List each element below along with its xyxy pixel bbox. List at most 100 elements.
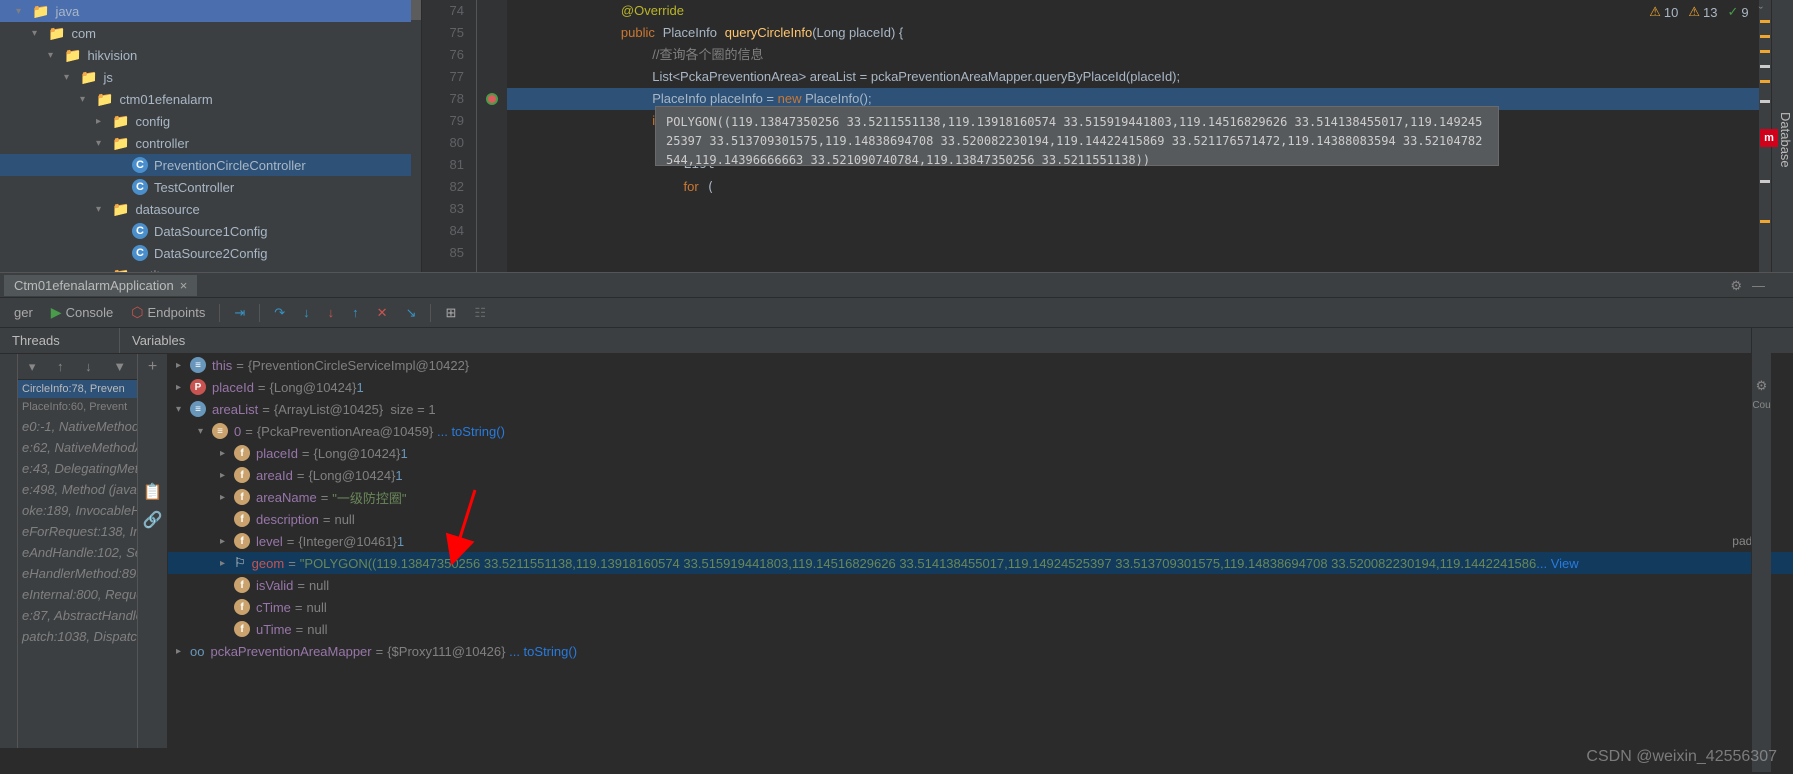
- show-exec-point[interactable]: ⇥: [226, 301, 253, 325]
- endpoints-tab[interactable]: ⬡Endpoints: [123, 300, 213, 325]
- class-icon: C: [132, 157, 148, 173]
- field-icon: f: [234, 621, 250, 637]
- breakpoint-icon[interactable]: [486, 93, 498, 105]
- var-areaId[interactable]: ▸fareaId={Long@10424} 1: [168, 464, 1793, 486]
- frame-item[interactable]: PlaceInfo:60, Prevent: [18, 398, 137, 416]
- breakpoint-gutter[interactable]: [477, 0, 507, 272]
- flag-icon: ⚐: [234, 555, 246, 571]
- field-icon: f: [234, 533, 250, 549]
- frame-item[interactable]: eForRequest:138, Inv: [18, 521, 137, 542]
- run-tab-app[interactable]: Ctm01efenalarmApplication ×: [4, 275, 197, 296]
- inspection-badges[interactable]: ⚠10 ⚠13 ✓9 ˇ: [1649, 4, 1763, 20]
- var-mapper[interactable]: ▸oopckaPreventionAreaMapper={$Proxy111@1…: [168, 640, 1793, 662]
- check-icon: ✓: [1728, 4, 1739, 20]
- threads-column[interactable]: [0, 354, 18, 748]
- tree-datasource[interactable]: ▾📁datasource: [0, 198, 421, 220]
- debugger-tab[interactable]: ger: [6, 301, 41, 324]
- minimize-icon[interactable]: —: [1752, 278, 1765, 294]
- link-icon[interactable]: 🔗: [143, 510, 163, 530]
- var-areaName[interactable]: ▸fareaName="一级防控圈": [168, 486, 1793, 508]
- filter-icon[interactable]: ▼: [113, 359, 126, 374]
- drop-frame[interactable]: ✕: [369, 301, 396, 325]
- frame-item[interactable]: eInternal:800, Reque: [18, 584, 137, 605]
- frame-item[interactable]: patch:1038, Dispatch: [18, 626, 137, 647]
- tree-hikvision[interactable]: ▾📁hikvision: [0, 44, 421, 66]
- down-icon[interactable]: ↓: [85, 359, 92, 374]
- force-step-into[interactable]: ↓: [320, 301, 343, 324]
- frame-item[interactable]: e:62, NativeMethodA: [18, 437, 137, 458]
- frame-item[interactable]: e0:-1, NativeMethod: [18, 416, 137, 437]
- step-into[interactable]: ↓: [295, 301, 318, 324]
- debug-toolbar[interactable]: ger ▶Console ⬡Endpoints ⇥ ↷ ↓ ↓ ↑ ✕ ↘ ⊞ …: [0, 298, 1793, 328]
- tree-prevention-controller[interactable]: CPreventionCircleController: [0, 154, 421, 176]
- tree-test-controller[interactable]: CTestController: [0, 176, 421, 198]
- frames-column[interactable]: ▾ ↑ ↓ ▼ CircleInfo:78, Preven PlaceInfo:…: [18, 354, 138, 748]
- endpoints-icon: ⬡: [131, 304, 143, 321]
- tree-java[interactable]: ▾📁java: [0, 0, 421, 22]
- tree-com[interactable]: ▾📁com: [0, 22, 421, 44]
- var-item0[interactable]: ▾≡0={PckaPreventionArea@10459} ... toStr…: [168, 420, 1793, 442]
- step-out[interactable]: ↑: [344, 301, 367, 324]
- frame-item[interactable]: e:87, AbstractHandle: [18, 605, 137, 626]
- tree-controller[interactable]: ▾📁controller: [0, 132, 421, 154]
- var-this[interactable]: ▸≡this={PreventionCircleServiceImpl@1042…: [168, 354, 1793, 376]
- field-icon: f: [234, 489, 250, 505]
- tree-js[interactable]: ▾📁js: [0, 66, 421, 88]
- field-icon: f: [234, 467, 250, 483]
- field-icon: f: [234, 511, 250, 527]
- evaluate[interactable]: ⊞: [437, 301, 464, 325]
- tree-config[interactable]: ▸📁config: [0, 110, 421, 132]
- vars-toolbar[interactable]: + 📋 🔗: [138, 354, 168, 748]
- var-placeId2[interactable]: ▸fplaceId={Long@10424} 1: [168, 442, 1793, 464]
- tree-ds1[interactable]: CDataSource1Config: [0, 220, 421, 242]
- dropdown-icon[interactable]: ▾: [29, 359, 36, 375]
- maven-icon[interactable]: m: [1760, 129, 1778, 147]
- var-description[interactable]: fdescription=null: [168, 508, 1793, 530]
- var-geom[interactable]: ▸⚐geom="POLYGON((119.13847350256 33.5211…: [168, 552, 1793, 574]
- run-tabs[interactable]: Ctm01efenalarmApplication × ⚙ —: [0, 272, 1793, 298]
- settings-icon[interactable]: ⚙: [1730, 278, 1742, 294]
- tree-entity[interactable]: ▸📁entity: [0, 264, 421, 272]
- field-icon: f: [234, 577, 250, 593]
- warning-icon: ⚠: [1688, 4, 1700, 20]
- warning-icon: ⚠: [1649, 4, 1661, 20]
- frame-item[interactable]: e:498, Method (java.l: [18, 479, 137, 500]
- field-icon: f: [234, 445, 250, 461]
- class-icon: C: [132, 223, 148, 239]
- right-toolbar[interactable]: Database m: [1771, 0, 1793, 272]
- variables-header: Variables: [120, 328, 197, 353]
- var-level[interactable]: ▸flevel={Integer@10461} 1: [168, 530, 1793, 552]
- console-tab[interactable]: ▶Console: [43, 300, 121, 325]
- add-icon[interactable]: +: [148, 358, 157, 376]
- threads-header: Threads: [0, 328, 120, 353]
- class-icon: C: [132, 245, 148, 261]
- step-over[interactable]: ↷: [266, 301, 293, 325]
- var-uTime[interactable]: fuTime=null: [168, 618, 1793, 640]
- var-cTime[interactable]: fcTime=null: [168, 596, 1793, 618]
- field-icon: f: [234, 599, 250, 615]
- frame-item[interactable]: eHandlerMethod:895: [18, 563, 137, 584]
- tree-ctm[interactable]: ▾📁ctm01efenalarm: [0, 88, 421, 110]
- frame-item[interactable]: oke:189, InvocableHa: [18, 500, 137, 521]
- up-icon[interactable]: ↑: [57, 359, 64, 374]
- debug-headers: Threads Variables ˇ: [0, 328, 1793, 354]
- class-icon: C: [132, 179, 148, 195]
- frame-item[interactable]: e:43, DelegatingMeth: [18, 458, 137, 479]
- trace[interactable]: ☷: [466, 301, 494, 325]
- variables-tree[interactable]: ▸≡this={PreventionCircleServiceImpl@1042…: [168, 354, 1793, 748]
- frame-item[interactable]: CircleInfo:78, Preven: [18, 380, 137, 398]
- watermark: CSDN @weixin_42556307: [1586, 748, 1777, 766]
- var-placeId[interactable]: ▸PplaceId={Long@10424} 1: [168, 376, 1793, 398]
- line-gutter: 74 75 76 77 78 79 80 81 82 83 84 85: [422, 0, 477, 272]
- var-isValid[interactable]: fisValid=null: [168, 574, 1793, 596]
- close-icon[interactable]: ×: [180, 278, 188, 293]
- copy-icon[interactable]: 📋: [143, 482, 163, 502]
- tree-ds2[interactable]: CDataSource2Config: [0, 242, 421, 264]
- project-tree[interactable]: ▾📁java ▾📁com ▾📁hikvision ▾📁js ▾📁ctm01efe…: [0, 0, 422, 272]
- extra-pane[interactable]: ⚙ Cou: [1751, 328, 1771, 772]
- var-areaList[interactable]: ▾≡areaList={ArrayList@10425} size = 1: [168, 398, 1793, 420]
- frame-item[interactable]: eAndHandle:102, Ser: [18, 542, 137, 563]
- tooltip-popup: POLYGON((119.13847350256 33.5211551138,1…: [655, 106, 1499, 166]
- param-icon: P: [190, 379, 206, 395]
- run-to-cursor[interactable]: ↘: [398, 301, 425, 325]
